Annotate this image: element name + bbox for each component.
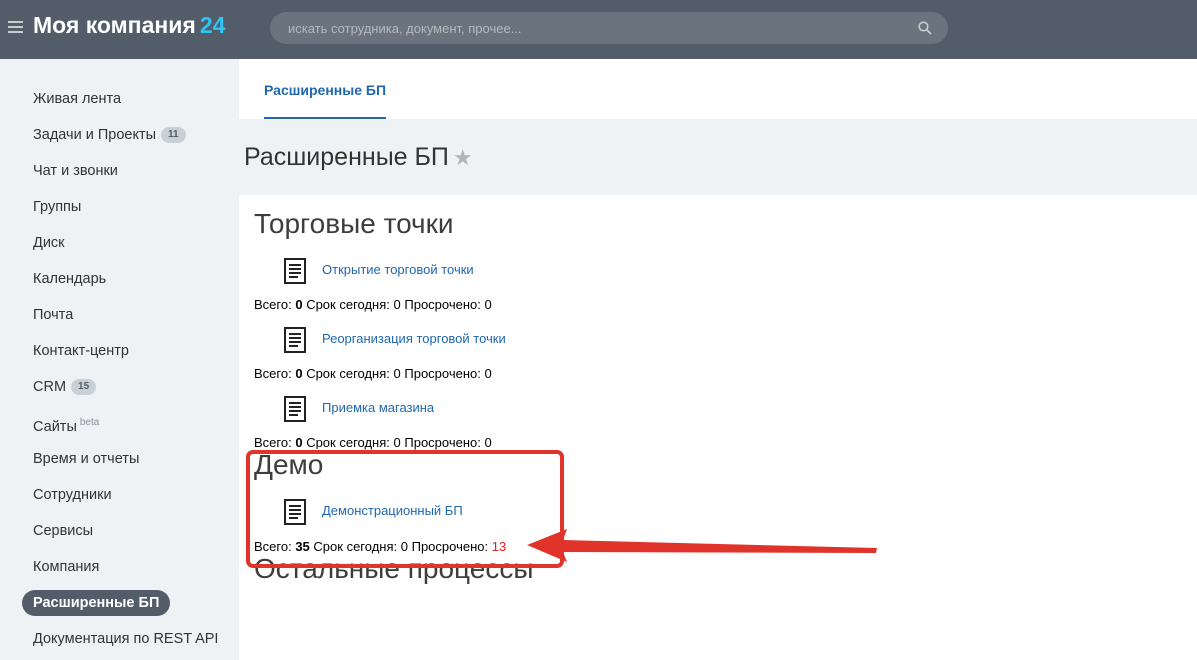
sidebar-item-time-reports[interactable]: Время и отчеты — [22, 446, 150, 472]
company-logo[interactable]: Моя компания 24 — [33, 12, 225, 39]
page-title: Расширенные БП ★ — [244, 143, 473, 172]
sidebar-item-label: Сервисы — [33, 523, 94, 539]
left-sidebar: Живая лента Задачи и Проекты 11 Чат и зво… — [0, 59, 239, 660]
sidebar-item-sites[interactable]: Сайты beta — [22, 410, 110, 436]
page-header: Расширенные БП ★ — [239, 119, 1197, 195]
overdue-label: Просрочено: — [404, 366, 481, 381]
main-content: Торговые точки Открытие торговой точки В… — [239, 195, 1197, 660]
sidebar-item-calendar[interactable]: Календарь — [22, 266, 117, 292]
document-icon — [284, 258, 306, 284]
overdue-value: 0 — [484, 366, 492, 381]
search-input[interactable] — [288, 12, 908, 44]
total-value: 0 — [295, 435, 303, 450]
overdue-value: 0 — [484, 297, 492, 312]
sidebar-item-chat[interactable]: Чат и звонки — [22, 158, 129, 184]
search-bar — [270, 12, 948, 44]
beta-label: beta — [79, 417, 100, 428]
logo-number: 24 — [199, 12, 226, 38]
process-stats: Всего: 0 Срок сегодня: 0 Просрочено: 0 — [254, 366, 492, 381]
sidebar-item-label: CRM — [33, 379, 67, 395]
today-label: Срок сегодня: — [306, 366, 390, 381]
process-link[interactable]: Реорганизация торговой точки — [322, 331, 506, 346]
sidebar-item-extended-bp[interactable]: Расширенные БП — [22, 590, 171, 616]
tasks-count-badge: 11 — [161, 127, 186, 143]
menu-icon[interactable] — [8, 21, 23, 33]
logo-text: Моя компания — [33, 12, 196, 38]
section-title: Торговые точки — [254, 208, 454, 239]
sidebar-item-label: Группы — [33, 199, 82, 215]
total-value: 0 — [295, 366, 303, 381]
sidebar-item-services[interactable]: Сервисы — [22, 518, 104, 544]
sidebar-item-rest-docs[interactable]: Документация по REST API — [22, 626, 229, 652]
crm-count-badge: 15 — [71, 379, 97, 395]
today-value: 0 — [393, 435, 401, 450]
sidebar-item-groups[interactable]: Группы — [22, 194, 92, 220]
sidebar-item-crm[interactable]: CRM 15 — [22, 374, 107, 400]
sidebar-item-label: Сотрудники — [33, 487, 112, 503]
sidebar-item-label: Диск — [33, 235, 65, 251]
sidebar-item-contact-center[interactable]: Контакт-центр — [22, 338, 140, 364]
total-label: Всего: — [254, 297, 292, 312]
today-value: 0 — [393, 297, 401, 312]
total-value: 0 — [295, 297, 303, 312]
sidebar-item-label: Задачи и Проекты — [33, 127, 157, 143]
document-icon — [284, 327, 306, 353]
sidebar-item-label: Сайты — [33, 419, 77, 435]
top-header: Моя компания 24 — [0, 0, 1197, 59]
today-label: Срок сегодня: — [306, 435, 390, 450]
sidebar-item-label: Живая лента — [33, 91, 122, 107]
sidebar-item-employees[interactable]: Сотрудники — [22, 482, 123, 508]
tab-extended-bp[interactable]: Расширенные БП — [264, 59, 387, 119]
total-label: Всего: — [254, 435, 292, 450]
sidebar-item-label: Чат и звонки — [33, 163, 118, 179]
process-stats: Всего: 0 Срок сегодня: 0 Просрочено: 0 — [254, 297, 492, 312]
sidebar-item-mail[interactable]: Почта — [22, 302, 84, 328]
sidebar-item-label: Компания — [33, 559, 100, 575]
search-icon[interactable] — [918, 21, 932, 35]
overdue-label: Просрочено: — [404, 297, 481, 312]
page-title-text: Расширенные БП — [244, 143, 449, 171]
highlight-box — [246, 450, 564, 568]
process-stats: Всего: 0 Срок сегодня: 0 Просрочено: 0 — [254, 435, 492, 450]
star-icon[interactable]: ★ — [453, 145, 473, 170]
today-value: 0 — [393, 366, 401, 381]
overdue-label: Просрочено: — [404, 435, 481, 450]
process-link[interactable]: Открытие торговой точки — [322, 262, 474, 277]
sidebar-item-label: Календарь — [33, 271, 107, 287]
document-icon — [284, 396, 306, 422]
tab-bar: Расширенные БП — [239, 59, 1197, 119]
total-label: Всего: — [254, 366, 292, 381]
sidebar-item-label: Почта — [33, 307, 74, 323]
today-label: Срок сегодня: — [306, 297, 390, 312]
sidebar-item-label: Время и отчеты — [33, 451, 140, 467]
process-link[interactable]: Приемка магазина — [322, 400, 434, 415]
overdue-value: 0 — [484, 435, 492, 450]
sidebar-item-label: Контакт-центр — [33, 343, 129, 359]
sidebar-item-company[interactable]: Компания — [22, 554, 110, 580]
sidebar-item-label: Расширенные БП — [33, 595, 160, 611]
sidebar-item-feed[interactable]: Живая лента — [22, 86, 132, 112]
sidebar-item-label: Документация по REST API — [33, 631, 219, 647]
sidebar-item-tasks[interactable]: Задачи и Проекты 11 — [22, 122, 197, 148]
sidebar-item-disk[interactable]: Диск — [22, 230, 76, 256]
annotation-arrow-icon — [527, 529, 877, 562]
